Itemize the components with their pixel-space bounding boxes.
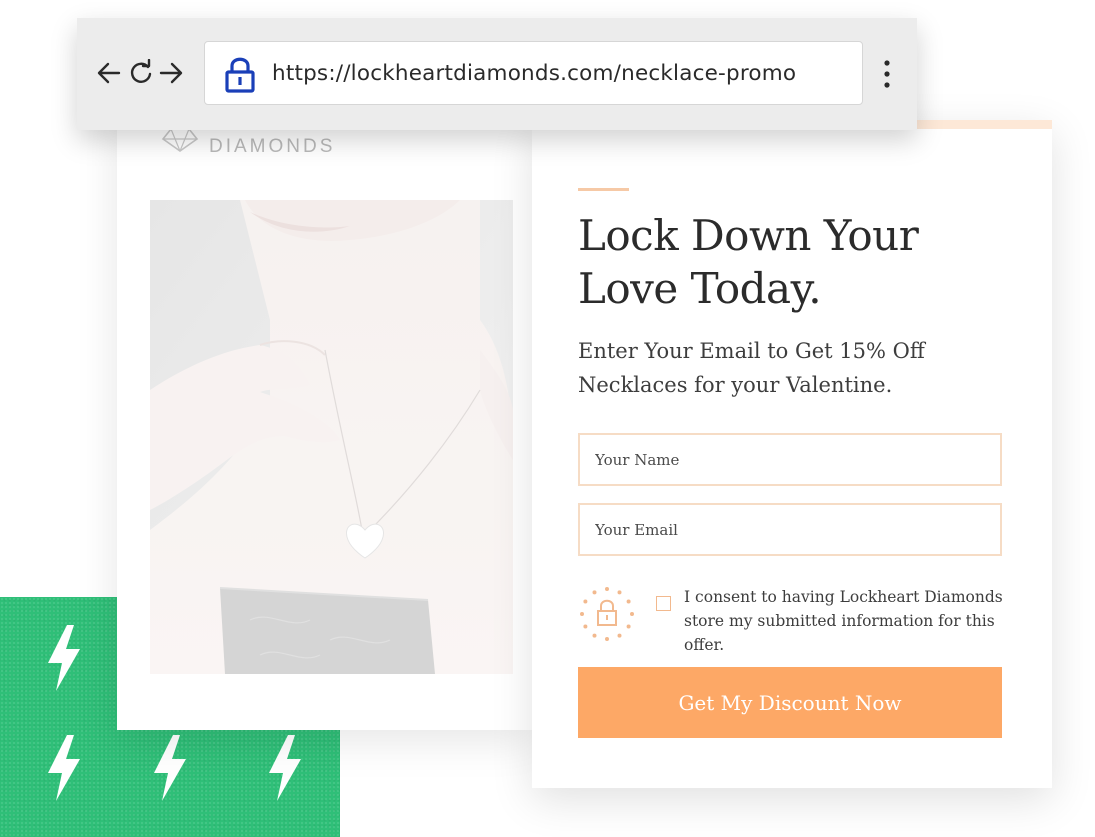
arrow-right-icon[interactable] [157,59,185,87]
arrow-left-icon[interactable] [95,59,123,87]
privacy-padlock-stars-icon [580,587,634,641]
consent-row: I consent to having Lockheart Diamonds s… [578,585,1008,665]
accent-divider [578,188,629,191]
reload-icon[interactable] [127,59,155,87]
browser-toolbar: https://lockheartdiamonds.com/necklace-p… [77,18,917,130]
brand-image-card: DIAMONDS [117,100,535,730]
optin-form-card: Lock Down Your Love Today. Enter Your Em… [532,120,1052,788]
form-subheadline: Enter Your Email to Get 15% Off Necklace… [578,339,925,397]
consent-checkbox[interactable] [656,596,671,611]
lightning-bolt-icon [269,735,301,801]
get-discount-button[interactable]: Get My Discount Now [578,667,1002,738]
brand-name: DIAMONDS [209,136,336,157]
email-input[interactable] [578,503,1002,556]
lightning-bolt-icon [154,735,186,801]
lightning-bolt-icon [48,735,80,801]
lightning-bolt-icon [48,625,80,691]
page-canvas: DIAMONDS Lock Down Your Love Today. Ente… [0,0,1095,837]
name-input[interactable] [578,433,1002,486]
consent-text: I consent to having Lockheart Diamonds s… [684,588,1003,654]
necklace-model-image [150,200,513,674]
form-headline: Lock Down Your Love Today. [578,211,919,313]
padlock-icon [225,57,255,93]
hero-photo [150,200,513,674]
address-bar[interactable]: https://lockheartdiamonds.com/necklace-p… [204,41,863,105]
url-text: https://lockheartdiamonds.com/necklace-p… [272,61,797,86]
kebab-menu-icon[interactable] [877,54,897,94]
